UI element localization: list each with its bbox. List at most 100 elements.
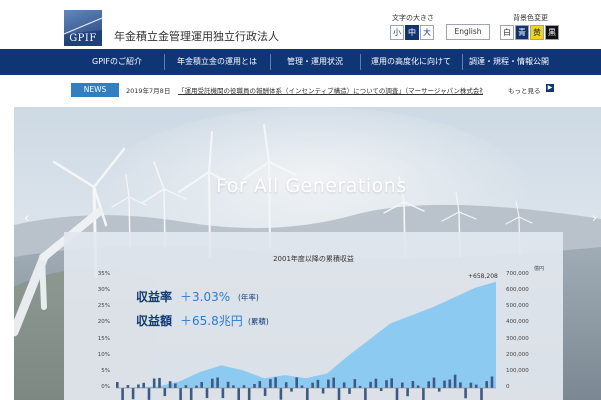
quarterly-return-bar [269, 379, 272, 388]
cumulative-area-series [116, 281, 496, 388]
background-color-button[interactable]: 黄 [530, 25, 544, 40]
cumulative-returns-panel: 2001年度以降の累積収益 35% 30% 25% 20% 15% 10% 5% 0% 700… [64, 232, 563, 400]
quarterly-return-bar [432, 377, 436, 388]
background-color-button[interactable]: 青 [515, 25, 529, 40]
quarterly-return-bar [490, 376, 494, 388]
quarterly-return-bar [332, 377, 335, 388]
quarterly-return-bar [437, 388, 441, 392]
quarterly-return-bar [374, 378, 378, 388]
quarterly-return-bar [211, 378, 214, 388]
quarterly-return-bar [152, 378, 156, 388]
global-navigation: GPIFのご紹介 年金積立金の運用とは 管理・運用状況 運用の高度化に向けて 調… [0, 49, 601, 75]
quarterly-return-bar [258, 381, 262, 388]
news-badge: NEWS [71, 83, 119, 97]
quarterly-return-bar [174, 383, 177, 388]
quarterly-return-bar [232, 385, 235, 388]
news-headline-link[interactable]: 「運用受託機関の役職員の報酬体系（インセンティブ構造）についての調査」（マーサー… [178, 85, 483, 95]
quarterly-return-bar [274, 377, 277, 388]
nav-item-management-status[interactable]: 管理・運用状況 [272, 49, 358, 75]
quarterly-return-bar [369, 381, 372, 388]
carousel-next-icon[interactable]: › [592, 211, 597, 226]
quarterly-return-bar [253, 384, 256, 388]
quarterly-return-bar [142, 382, 145, 388]
quarterly-return-bar [390, 378, 393, 388]
nav-separator [164, 54, 165, 70]
nav-item-procurement[interactable]: 調達・規程・情報公開 [464, 49, 554, 75]
quarterly-return-bar [216, 377, 219, 388]
nav-separator [462, 54, 463, 70]
quarterly-return-bar [416, 385, 420, 388]
quarterly-return-bar [469, 382, 473, 388]
quarterly-return-bar [348, 388, 351, 394]
quarterly-return-bar [121, 388, 124, 400]
quarterly-return-bar [321, 388, 325, 394]
quarterly-return-bar [205, 388, 209, 399]
quarterly-return-bar [327, 379, 330, 388]
quarterly-return-bar [263, 388, 267, 396]
yield-value: ＋3.03% [180, 290, 231, 304]
organization-name: 年金積立金管理運用独立行政法人 [114, 30, 279, 43]
yield-note: (年率) [238, 293, 259, 302]
quarterly-return-bar [242, 385, 246, 388]
quarterly-return-bar [411, 381, 415, 388]
quarterly-return-bar [300, 385, 304, 388]
quarterly-return-bar [131, 388, 135, 400]
quarterly-return-bar [221, 388, 225, 399]
nav-item-about[interactable]: GPIFのご紹介 [72, 49, 162, 75]
page: GPIF 年金積立金管理運用独立行政法人 文字の大きさ 小中大 English … [0, 0, 601, 400]
quarterly-return-bar [189, 388, 193, 400]
quarterly-return-bar [168, 381, 172, 388]
font-size-button[interactable]: 中 [405, 25, 419, 40]
quarterly-return-bar [116, 382, 119, 388]
quarterly-return-bar [126, 385, 130, 388]
yield-label: 収益率 [136, 290, 173, 304]
quarterly-return-bar [247, 388, 251, 400]
nav-item-investment[interactable]: 年金積立金の運用とは [166, 49, 268, 75]
carousel-prev-icon[interactable]: ‹ [24, 211, 29, 226]
amount-value: ＋65.8兆円 [180, 314, 243, 328]
font-size-button[interactable]: 大 [420, 25, 434, 40]
quarterly-return-bar [342, 382, 346, 388]
quarterly-return-bar [137, 384, 140, 388]
quarterly-return-bar [226, 381, 230, 388]
font-size-button[interactable]: 小 [390, 25, 404, 40]
quarterly-return-bar [290, 388, 293, 392]
quarterly-return-bar [485, 381, 488, 388]
chevron-right-icon[interactable]: ▶ [546, 84, 554, 92]
news-more-link[interactable]: もっと見る [508, 85, 541, 95]
amount-label: 収益額 [136, 314, 173, 328]
nav-separator [360, 54, 361, 70]
english-button[interactable]: English [446, 24, 490, 40]
quarterly-return-bar [406, 388, 409, 397]
quarterly-return-bar [401, 382, 404, 388]
quarterly-return-bar [474, 384, 478, 388]
gpif-logo[interactable]: GPIF [64, 10, 102, 46]
quarterly-return-bar [184, 385, 188, 388]
quarterly-return-bar [237, 388, 240, 400]
quarterly-return-bar [195, 385, 198, 388]
quarterly-return-bar [422, 388, 425, 400]
quarterly-return-bar [147, 388, 151, 400]
quarterly-return-bar [358, 385, 362, 388]
quarterly-return-bar [284, 382, 288, 388]
quarterly-return-bar [158, 377, 161, 388]
nav-item-advancement[interactable]: 運用の高度化に向けて [362, 49, 460, 75]
quarterly-return-bar [453, 374, 457, 388]
quarterly-return-bar [427, 381, 430, 388]
quarterly-return-bar [385, 380, 388, 388]
nav-separator [270, 54, 271, 70]
quarterly-return-bar [163, 388, 167, 397]
quarterly-return-bar [353, 379, 357, 388]
quarterly-return-bar [295, 377, 298, 388]
hero-tagline: For All Generations [216, 175, 407, 197]
quarterly-return-bar [480, 388, 483, 400]
quarterly-return-bar [364, 388, 367, 400]
quarterly-return-bar [464, 388, 467, 399]
background-color-button[interactable]: 黒 [545, 25, 559, 40]
logo-text: GPIF [69, 33, 97, 44]
font-size-label: 文字の大きさ [392, 14, 434, 22]
background-color-button[interactable]: 白 [500, 25, 514, 40]
quarterly-return-bar [448, 379, 452, 388]
quarterly-return-bar [459, 382, 462, 388]
quarterly-return-bar [395, 388, 399, 400]
